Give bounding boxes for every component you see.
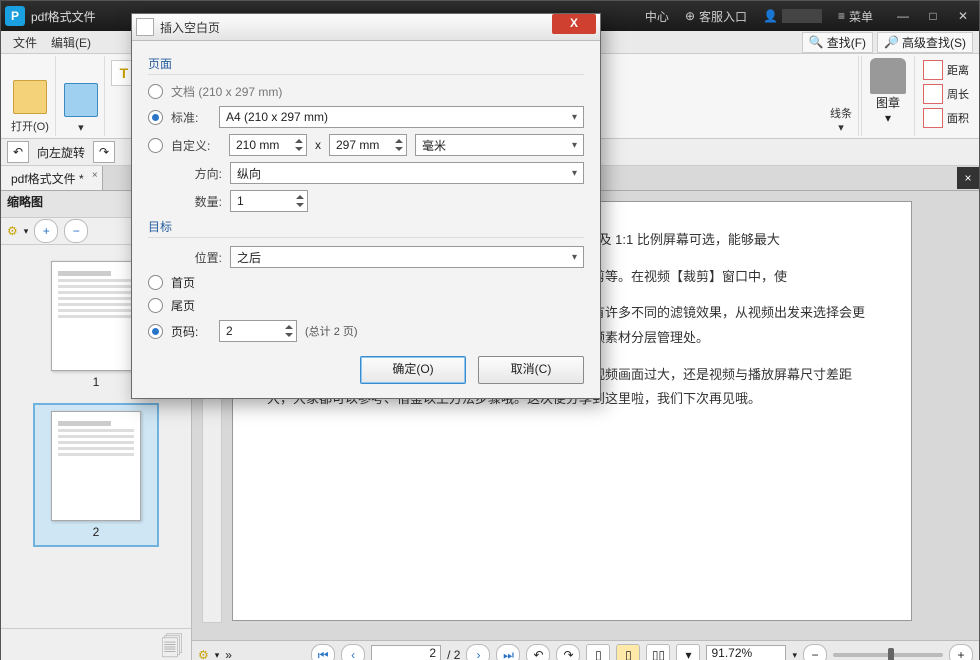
radio-page-number[interactable] xyxy=(148,324,163,339)
save-dropdown-icon: ▾ xyxy=(78,121,84,134)
pages-stack-icon: 🗐 xyxy=(161,630,183,660)
zoom-slider[interactable] xyxy=(833,653,943,657)
thumbnails-zoom-out[interactable]: − xyxy=(64,219,88,243)
standard-label: 标准: xyxy=(171,109,211,126)
dialog-title: 插入空白页 xyxy=(160,19,552,36)
thumbnail-2-number: 2 xyxy=(41,525,151,539)
ribbon-save-group[interactable]: ▾ xyxy=(58,56,105,136)
ribbon-lines-group[interactable]: 线条 ▾ xyxy=(824,56,859,136)
nav-last-icon[interactable]: ⏭ xyxy=(496,644,520,660)
ribbon-open-label: 打开(O) xyxy=(11,118,49,134)
quantity-label: 数量: xyxy=(148,193,222,210)
page-number-input[interactable]: 2 xyxy=(371,645,441,660)
measure-distance[interactable]: 距离 xyxy=(923,60,969,80)
distance-icon xyxy=(923,60,943,80)
ok-button[interactable]: 确定(O) xyxy=(360,356,466,384)
measure-perimeter[interactable]: 周长 xyxy=(923,84,969,104)
tab-label: pdf格式文件 * xyxy=(11,170,84,187)
measure-area[interactable]: 面积 xyxy=(923,108,969,128)
titlebar-support-link[interactable]: ⊕客服入口 xyxy=(685,8,747,25)
position-label: 位置: xyxy=(148,249,222,266)
area-icon xyxy=(923,108,943,128)
radio-first-page[interactable] xyxy=(148,275,163,290)
view-facing-icon[interactable]: ▯▯ xyxy=(646,644,670,660)
radio-standard-size[interactable] xyxy=(148,110,163,125)
titlebar-center-link[interactable]: 中心 xyxy=(645,8,669,25)
status-expand-icon[interactable]: » xyxy=(225,648,232,660)
rotate-right-icon[interactable]: ↷ xyxy=(93,141,115,163)
stamp-icon xyxy=(870,58,906,94)
tab-document[interactable]: pdf格式文件 * × xyxy=(1,166,103,190)
radio-last-page[interactable] xyxy=(148,298,163,313)
dialog-close-button[interactable]: X xyxy=(552,14,596,34)
nav-prev-icon[interactable]: ‹ xyxy=(341,644,365,660)
window-maximize[interactable]: □ xyxy=(921,6,945,26)
app-title: pdf格式文件 xyxy=(31,8,96,25)
orientation-select[interactable]: 纵向 xyxy=(230,162,584,184)
window-minimize[interactable]: — xyxy=(891,6,915,26)
app-logo: P xyxy=(5,6,25,26)
section-target: 目标 xyxy=(148,218,584,238)
status-options-icon[interactable]: ⚙ xyxy=(198,648,209,660)
advanced-find-button[interactable]: 🔎高级查找(S) xyxy=(877,32,973,53)
perimeter-icon xyxy=(923,84,943,104)
ribbon-measure-group: 距离 周长 面积 xyxy=(917,56,975,136)
position-select[interactable]: 之后 xyxy=(230,246,584,268)
custom-label: 自定义: xyxy=(171,137,221,154)
save-icon xyxy=(64,83,98,117)
zoom-in-icon[interactable]: + xyxy=(949,644,973,660)
dialog-titlebar[interactable]: 插入空白页 X xyxy=(132,14,600,41)
rotate-left-label: 向左旋转 xyxy=(37,144,85,161)
standard-size-select[interactable]: A4 (210 x 297 mm) xyxy=(219,106,584,128)
page-number-input[interactable]: 2 xyxy=(219,320,297,342)
tab-close-icon[interactable]: × xyxy=(92,170,98,181)
nav-first-icon[interactable]: ⏮ xyxy=(311,644,335,660)
zoom-value[interactable]: 91.72% xyxy=(706,645,786,660)
custom-width-input[interactable]: 210 mm xyxy=(229,134,307,156)
radio-document-size[interactable] xyxy=(148,84,163,99)
orientation-label: 方向: xyxy=(148,165,222,182)
nav-back-icon[interactable]: ↶ xyxy=(526,644,550,660)
open-folder-icon xyxy=(13,80,47,114)
section-page: 页面 xyxy=(148,55,584,75)
stamp-label: 图章 xyxy=(876,94,900,111)
titlebar-user[interactable]: 👤 xyxy=(763,9,822,23)
tabs-close-all[interactable]: × xyxy=(957,167,979,189)
ribbon-open-group[interactable]: 打开(O) xyxy=(5,56,56,136)
find-button[interactable]: 🔍查找(F) xyxy=(802,32,873,53)
titlebar-menu[interactable]: ≡菜单 xyxy=(838,8,873,25)
nav-forward-icon[interactable]: ↷ xyxy=(556,644,580,660)
quantity-input[interactable]: 1 xyxy=(230,190,308,212)
unit-select[interactable]: 毫米 xyxy=(415,134,584,156)
rotate-left-icon[interactable]: ↶ xyxy=(7,141,29,163)
thumbnails-footer: 🗐 xyxy=(1,628,191,660)
nav-next-icon[interactable]: › xyxy=(466,644,490,660)
dim-separator: x xyxy=(315,138,321,152)
thumbnails-zoom-in[interactable]: + xyxy=(34,219,58,243)
first-page-label: 首页 xyxy=(171,274,195,291)
ribbon-stamp-group[interactable]: 图章 ▾ xyxy=(861,56,915,136)
menu-edit[interactable]: 编辑(E) xyxy=(45,32,97,53)
view-single-icon[interactable]: ▯ xyxy=(586,644,610,660)
zoom-out-icon[interactable]: − xyxy=(803,644,827,660)
insert-blank-page-dialog: 插入空白页 X 页面 文档 (210 x 297 mm) 标准: A4 (210… xyxy=(131,13,601,399)
page-total: / 2 xyxy=(447,648,460,660)
lines-label: 线条 xyxy=(830,105,852,121)
window-close[interactable]: ✕ xyxy=(951,6,975,26)
custom-height-input[interactable]: 297 mm xyxy=(329,134,407,156)
cancel-button[interactable]: 取消(C) xyxy=(478,356,584,384)
thumbnail-page-2[interactable]: 2 xyxy=(33,403,159,547)
app-window: P pdf格式文件 中心 ⊕客服入口 👤 ≡菜单 — □ ✕ 文件 编辑(E) … xyxy=(0,0,980,660)
view-more-icon[interactable]: ▾ xyxy=(676,644,700,660)
menu-file[interactable]: 文件 xyxy=(7,32,43,53)
status-bar: ⚙▾ » ⏮ ‹ 2 / 2 › ⏭ ↶ ↷ ▯ ▯ ▯▯ ▾ 91.72%▾ … xyxy=(192,640,979,660)
last-page-label: 尾页 xyxy=(171,297,195,314)
total-pages-hint: (总计 2 页) xyxy=(305,323,358,339)
radio-document-label: 文档 (210 x 297 mm) xyxy=(171,83,282,100)
view-continuous-icon[interactable]: ▯ xyxy=(616,644,640,660)
thumbnails-options-icon[interactable]: ⚙ xyxy=(7,224,18,238)
dialog-icon xyxy=(136,18,154,36)
page-number-label: 页码: xyxy=(171,323,211,340)
radio-custom-size[interactable] xyxy=(148,138,163,153)
